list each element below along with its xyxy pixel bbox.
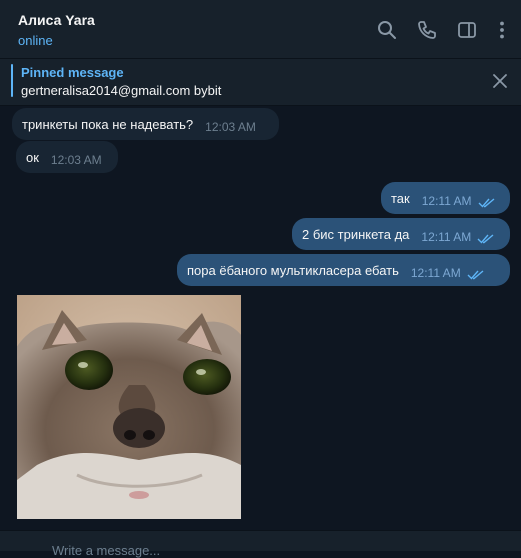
message-text: так [391,190,410,206]
chat-header: Алиса Yara online [0,0,521,59]
message-text: ок [26,149,39,165]
message-outgoing[interactable]: так 12:11 AM [381,182,510,214]
double-check-icon [467,269,484,280]
phone-icon[interactable] [416,19,438,41]
chat-title[interactable]: Алиса Yara [18,12,95,28]
more-vertical-icon[interactable] [491,19,513,41]
close-icon[interactable] [491,72,509,90]
message-time: 12:11 AM [421,230,472,244]
search-icon[interactable] [376,19,398,41]
chat-status: online [18,33,53,48]
sidebar-toggle-icon[interactable] [456,19,478,41]
message-text: тринкеты пока не надевать? [22,116,194,132]
message-incoming[interactable]: ок 12:03 AM [16,141,118,173]
double-check-icon [478,197,494,208]
message-outgoing[interactable]: 2 бис тринкета да 12:11 AM [292,218,510,250]
pinned-title: Pinned message [21,65,124,80]
pinned-text: gertneralisa2014@gmail.com bybit [21,83,222,98]
message-time: 12:11 AM [410,266,461,280]
message-list[interactable]: тринкеты пока не надевать? 12:03 AM ок 1… [0,106,521,530]
double-check-icon [477,233,494,244]
message-outgoing[interactable]: пора ёбаного мультикласера ебать 12:11 A… [177,254,510,286]
cat-photo[interactable] [17,295,241,519]
message-time: 12:03 AM [50,153,102,167]
pinned-message-bar[interactable]: Pinned message gertneralisa2014@gmail.co… [0,59,521,106]
message-time: 12:03 AM [205,120,256,134]
message-incoming[interactable]: тринкеты пока не надевать? 12:03 AM [12,108,279,140]
message-input[interactable]: Write a message... [52,543,160,558]
pinned-accent-bar [11,64,13,97]
message-input-bar[interactable]: Write a message... [0,530,521,558]
message-text: пора ёбаного мультикласера ебать [187,262,399,278]
cat-face-image [17,295,241,519]
message-time: 12:11 AM [421,194,472,208]
message-text: 2 бис тринкета да [302,226,410,242]
